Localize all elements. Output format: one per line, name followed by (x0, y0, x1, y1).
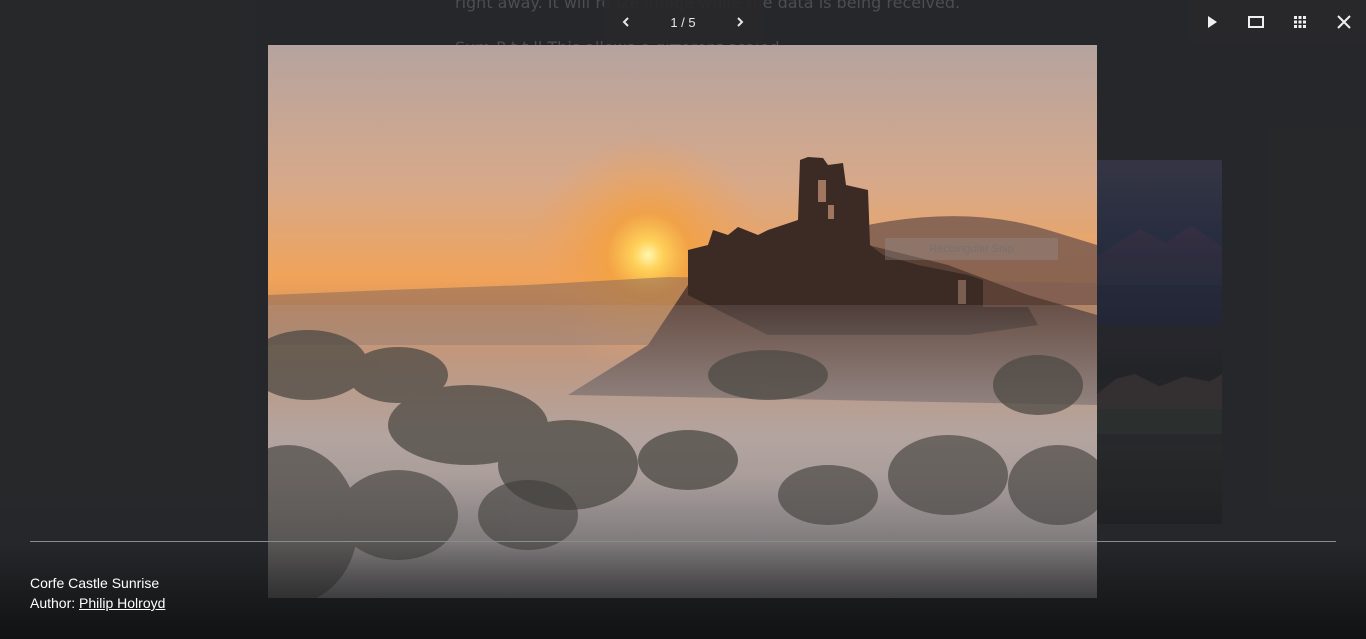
main-photo (268, 45, 1097, 598)
chevron-right-icon (737, 17, 744, 27)
play-icon (1208, 16, 1217, 28)
photo-title: Corfe Castle Sunrise (30, 575, 160, 591)
castle-sunrise-image (268, 45, 1097, 598)
viewer-toolbar (1190, 0, 1366, 44)
chevron-left-icon (622, 17, 629, 27)
photo-author: Author: Philip Holroyd (30, 593, 165, 613)
rectangular-snip-tooltip: Rectangular Snip (885, 238, 1058, 260)
close-button[interactable] (1322, 0, 1366, 44)
thumbnails-button[interactable] (1278, 0, 1322, 44)
counter-toolbar: 1 / 5 (604, 0, 762, 44)
prev-button[interactable] (604, 0, 648, 44)
slideshow-button[interactable] (1190, 0, 1234, 44)
slide-counter: 1 / 5 (670, 14, 696, 30)
caption-divider (30, 541, 1336, 542)
photo-caption: Corfe Castle Sunrise Author: Philip Holr… (30, 573, 165, 613)
close-icon (1337, 15, 1351, 29)
caption-background (0, 542, 1366, 639)
fullscreen-button[interactable] (1234, 0, 1278, 44)
author-label: Author: (30, 595, 80, 611)
author-link[interactable]: Philip Holroyd (79, 595, 165, 611)
next-button[interactable] (718, 0, 762, 44)
fullscreen-icon (1248, 16, 1264, 28)
grid-icon (1294, 16, 1306, 28)
